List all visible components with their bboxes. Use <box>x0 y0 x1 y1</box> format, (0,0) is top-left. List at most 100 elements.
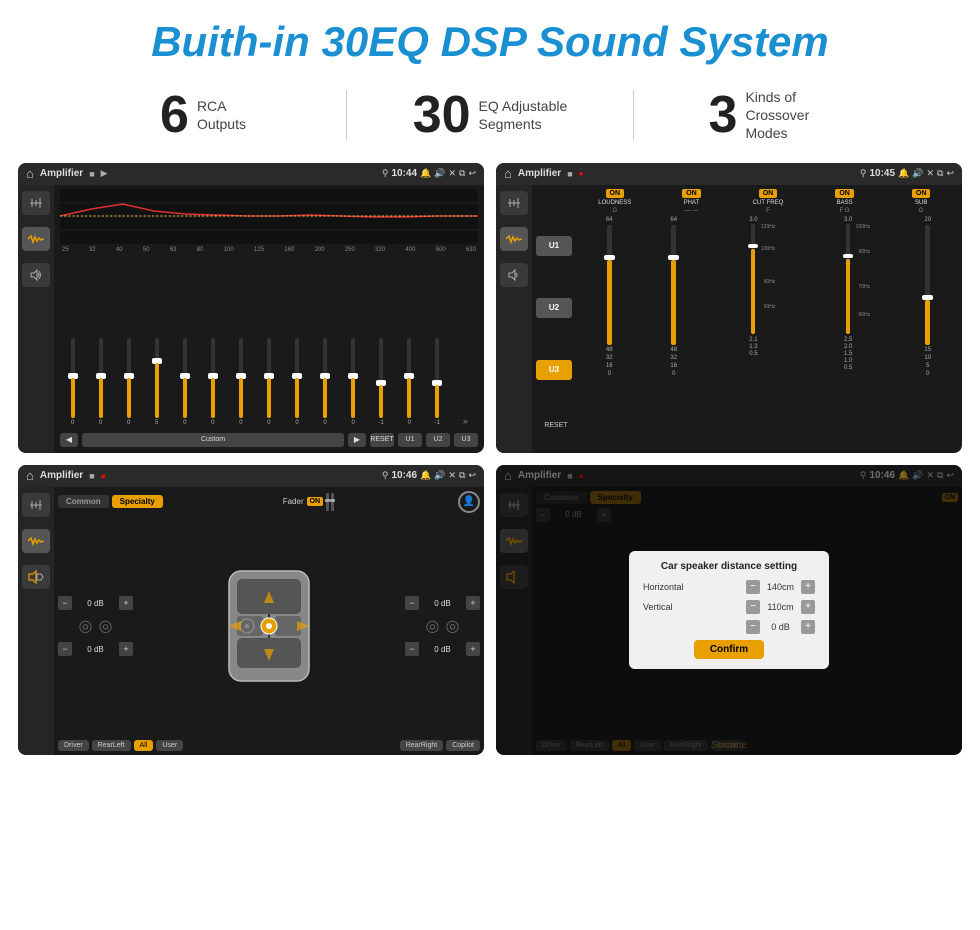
crossover-sound-icon: 🔔 <box>898 168 909 179</box>
crossover-sidebar-wave-btn[interactable] <box>500 227 528 251</box>
fader-on-btn[interactable]: ON <box>307 497 324 506</box>
loudness-on-btn[interactable]: ON <box>606 189 625 198</box>
eq-sidebar-speaker-btn[interactable] <box>22 263 50 287</box>
freq-400: 400 <box>405 247 415 253</box>
eq-slider-10[interactable]: 0 <box>313 338 338 426</box>
rearright-btn[interactable]: RearRight <box>400 740 444 751</box>
eq-window-icon[interactable]: ⧉ <box>459 168 465 179</box>
eq-slider-13[interactable]: 0 <box>397 338 422 426</box>
cutfreq-on-btn[interactable]: ON <box>759 189 778 198</box>
dialog-vertical-plus-btn[interactable]: + <box>801 600 815 614</box>
vol-tl-plus-btn[interactable]: + <box>119 596 133 610</box>
driver-btn[interactable]: Driver <box>58 740 89 751</box>
eq-close-icon[interactable]: ✕ <box>448 168 456 179</box>
vol-br-minus-btn[interactable]: − <box>405 642 419 656</box>
vol-bl-plus-btn[interactable]: + <box>119 642 133 656</box>
eq-back-icon[interactable]: ↩ <box>468 168 476 179</box>
vol-br-plus-btn[interactable]: + <box>466 642 480 656</box>
fader-track2[interactable] <box>331 493 334 511</box>
u3-button[interactable]: U3 <box>536 360 572 380</box>
eq-slider-6[interactable]: 0 <box>200 338 225 426</box>
speaker-sidebar-spk-btn[interactable] <box>22 565 50 589</box>
crossover-sidebar-eq-btn[interactable] <box>500 191 528 215</box>
cutfreq-track1[interactable]: 120Hz 100Hz 80Hz 60Hz <box>751 224 755 334</box>
bass-track1[interactable]: 100Hz 90Hz 70Hz 60Hz <box>846 224 850 334</box>
speaker-back-icon[interactable]: ↩ <box>468 470 476 481</box>
header: Buith-in 30EQ DSP Sound System <box>0 0 980 76</box>
speaker-layout: − 0 dB + ◎ ◎ − 0 dB + <box>58 517 480 736</box>
eq-next-btn[interactable]: ▶ <box>348 433 366 447</box>
eq-slider-1[interactable]: 0 <box>60 338 85 426</box>
dialog-horizontal-plus-btn[interactable]: + <box>801 580 815 594</box>
vol-tl-minus-btn[interactable]: − <box>58 596 72 610</box>
bass-on-btn[interactable]: ON <box>835 189 854 198</box>
eq-slider-15: » <box>453 416 478 426</box>
speaker-close-icon[interactable]: ✕ <box>448 470 456 481</box>
sub-on-btn[interactable]: ON <box>912 189 931 198</box>
speaker-title: Amplifier <box>40 470 83 481</box>
crossover-close-icon[interactable]: ✕ <box>926 168 934 179</box>
eq-slider-5[interactable]: 0 <box>172 338 197 426</box>
speaker-window-icon[interactable]: ⧉ <box>459 470 465 481</box>
home-icon[interactable]: ⌂ <box>26 166 34 181</box>
eq-u1-btn[interactable]: U1 <box>398 433 422 447</box>
specialty-tab[interactable]: Specialty <box>112 495 163 508</box>
profile-icon[interactable]: 👤 <box>458 491 480 513</box>
cutfreq-f-label: F <box>766 208 770 214</box>
vol-tr-minus-btn[interactable]: − <box>405 596 419 610</box>
fader-track1[interactable] <box>326 493 329 511</box>
phat-on-btn[interactable]: ON <box>682 189 701 198</box>
speaker-vol-icon: 🔊 <box>434 470 445 481</box>
copilot-btn[interactable]: Copilot <box>446 740 480 751</box>
eq-slider-8[interactable]: 0 <box>256 338 281 426</box>
eq-time: 10:44 <box>391 168 417 179</box>
eq-sidebar-eq-btn[interactable] <box>22 191 50 215</box>
confirm-button[interactable]: Confirm <box>694 640 764 659</box>
eq-custom-label[interactable]: Custom <box>82 433 344 447</box>
rearleft-btn[interactable]: RearLeft <box>92 740 131 751</box>
speaker-sidebar-eq-btn[interactable] <box>22 493 50 517</box>
crossover-home-icon[interactable]: ⌂ <box>504 166 512 181</box>
dialog-horizontal-minus-btn[interactable]: − <box>746 580 760 594</box>
speaker-home-icon[interactable]: ⌂ <box>26 468 34 483</box>
crossover-window-icon[interactable]: ⧉ <box>937 168 943 179</box>
eq-u3-btn[interactable]: U3 <box>454 433 478 447</box>
eq-bottom-controls: ◀ Custom ▶ RESET U1 U2 U3 <box>60 431 478 449</box>
user-btn[interactable]: User <box>156 740 183 751</box>
eq-slider-3[interactable]: 0 <box>116 338 141 426</box>
freq-32: 32 <box>89 247 96 253</box>
vol-bl-minus-btn[interactable]: − <box>58 642 72 656</box>
speaker-sidebar-wave-btn[interactable] <box>22 529 50 553</box>
crossover-reset-btn[interactable]: RESET <box>536 422 576 429</box>
eq-slider-12[interactable]: -1 <box>369 338 394 426</box>
eq-sidebar-wave-btn[interactable] <box>22 227 50 251</box>
stat-crossover: 3 Kinds ofCrossover Modes <box>634 88 920 143</box>
all-btn[interactable]: All <box>134 740 154 751</box>
eq-u2-btn[interactable]: U2 <box>426 433 450 447</box>
loudness-track[interactable] <box>607 225 612 345</box>
dialog-horizontal-input: − 140cm + <box>746 580 815 594</box>
dialog-vertical-row: Vertical − 110cm + <box>643 600 815 614</box>
sub-track[interactable] <box>925 225 930 345</box>
eq-slider-11[interactable]: 0 <box>341 338 366 426</box>
common-tab[interactable]: Common <box>58 495 109 508</box>
eq-slider-9[interactable]: 0 <box>285 338 310 426</box>
crossover-back-icon[interactable]: ↩ <box>946 168 954 179</box>
phat-track[interactable] <box>671 225 676 345</box>
u1-button[interactable]: U1 <box>536 236 572 256</box>
eq-slider-14[interactable]: -1 <box>425 338 450 426</box>
eq-freq-labels: 25 32 40 50 63 80 100 125 160 200 250 32… <box>60 247 478 253</box>
crossover-sidebar-speaker-btn[interactable] <box>500 263 528 287</box>
dialog-db-minus-btn[interactable]: − <box>746 620 760 634</box>
vol-tl-value: 0 dB <box>74 599 117 608</box>
eq-prev-btn[interactable]: ◀ <box>60 433 78 447</box>
vol-tr-plus-btn[interactable]: + <box>466 596 480 610</box>
speaker-top-bar: Common Specialty Fader ON 👤 <box>58 491 480 513</box>
eq-reset-btn[interactable]: RESET <box>370 433 394 447</box>
dialog-db-plus-btn[interactable]: + <box>801 620 815 634</box>
eq-slider-7[interactable]: 0 <box>228 338 253 426</box>
eq-slider-4[interactable]: 5 <box>144 338 169 426</box>
u2-button[interactable]: U2 <box>536 298 572 318</box>
eq-slider-2[interactable]: 0 <box>88 338 113 426</box>
dialog-vertical-minus-btn[interactable]: − <box>746 600 760 614</box>
